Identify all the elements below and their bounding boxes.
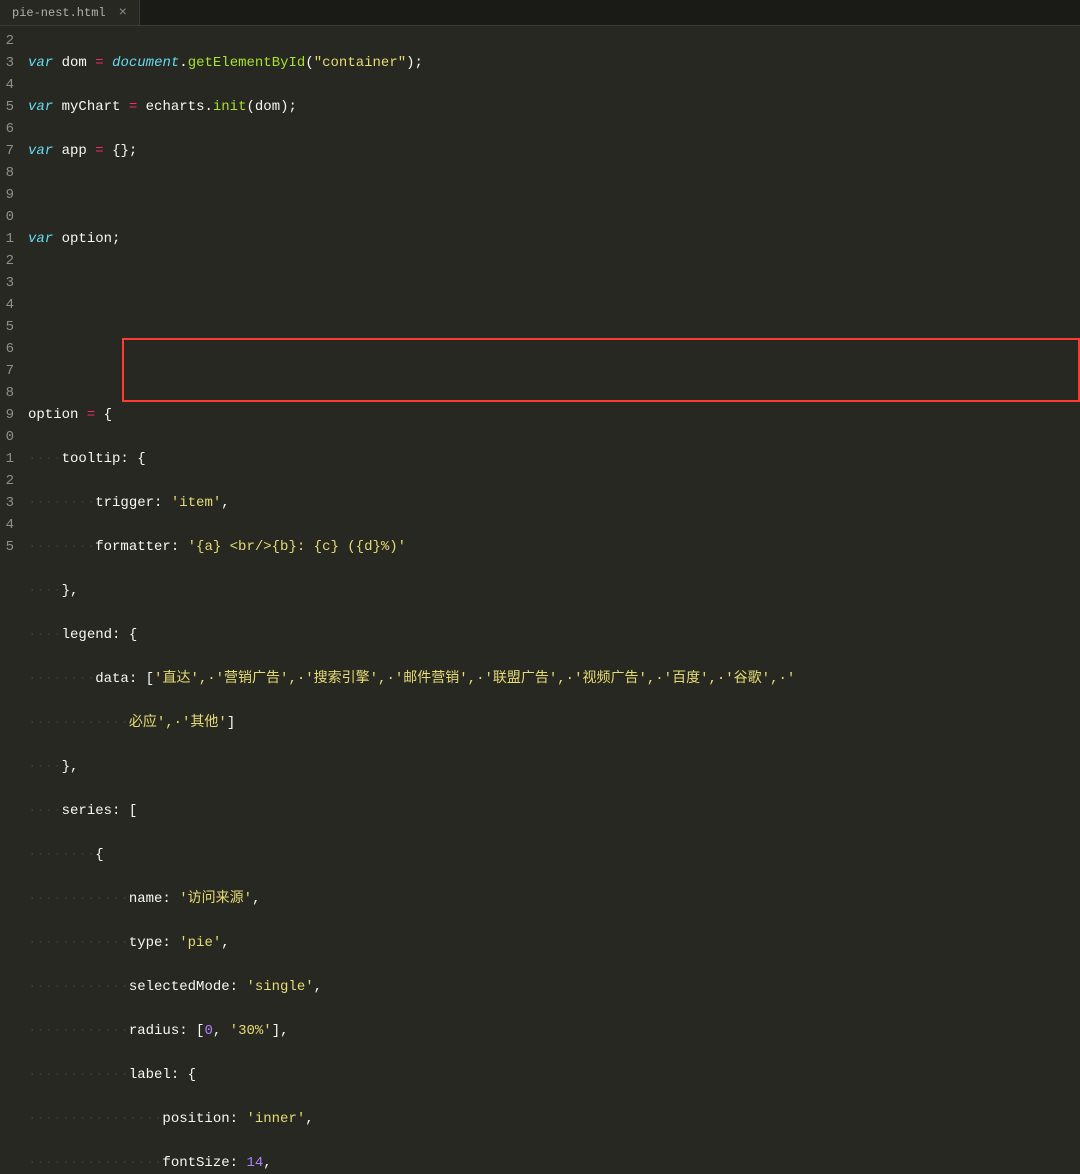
- code-line: [28, 272, 1080, 294]
- code-content[interactable]: var dom = document.getElementById("conta…: [18, 26, 1080, 587]
- code-line: ················position: 'inner',: [28, 1108, 1080, 1130]
- code-line: var myChart = echarts.init(dom);: [28, 96, 1080, 118]
- code-line: ········formatter: '{a} <br/>{b}: {c} ({…: [28, 536, 1080, 558]
- code-line: ············name: '访问来源',: [28, 888, 1080, 910]
- close-icon[interactable]: ×: [119, 5, 127, 21]
- line-number-gutter: 2 3 4 5 6 7 8 9 0 1 2 3 4 5 6 7 8 9 0 1 …: [0, 26, 18, 587]
- tab-bar: pie-nest.html ×: [0, 0, 1080, 26]
- editor-area: 2 3 4 5 6 7 8 9 0 1 2 3 4 5 6 7 8 9 0 1 …: [0, 26, 1080, 587]
- code-line: ····series: [: [28, 800, 1080, 822]
- code-line: [28, 360, 1080, 382]
- code-line: ············必应',·'其他']: [28, 712, 1080, 734]
- code-line: var dom = document.getElementById("conta…: [28, 52, 1080, 74]
- code-line: ········trigger: 'item',: [28, 492, 1080, 514]
- code-line: ········{: [28, 844, 1080, 866]
- code-line: [28, 316, 1080, 338]
- code-line: ················fontSize: 14,: [28, 1152, 1080, 1174]
- code-line: [28, 184, 1080, 206]
- tab-filename: pie-nest.html: [12, 6, 106, 20]
- code-line: option = {: [28, 404, 1080, 426]
- code-line: var option;: [28, 228, 1080, 250]
- code-line: ············label: {: [28, 1064, 1080, 1086]
- code-line: ····tooltip: {: [28, 448, 1080, 470]
- code-line: ····legend: {: [28, 624, 1080, 646]
- code-line: ········data: ['直达',·'营销广告',·'搜索引擎',·'邮件…: [28, 668, 1080, 690]
- code-line: ····},: [28, 580, 1080, 602]
- file-tab[interactable]: pie-nest.html ×: [0, 0, 140, 25]
- code-line: ············selectedMode: 'single',: [28, 976, 1080, 998]
- code-line: ············type: 'pie',: [28, 932, 1080, 954]
- code-line: ············radius: [0, '30%'],: [28, 1020, 1080, 1042]
- code-line: ····},: [28, 756, 1080, 778]
- code-line: var app = {};: [28, 140, 1080, 162]
